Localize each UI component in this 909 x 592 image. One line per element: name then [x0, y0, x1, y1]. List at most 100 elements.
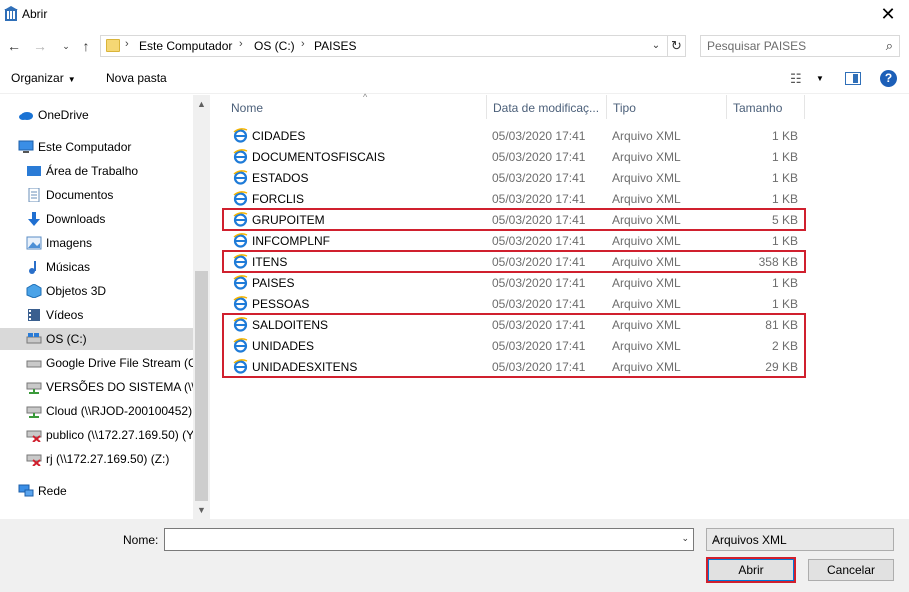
- sidebar-item-onedrive[interactable]: OneDrive: [0, 104, 193, 126]
- network-drive-icon: [26, 380, 42, 394]
- sidebar-item-google-drive[interactable]: Google Drive File Stream (G:: [0, 352, 193, 374]
- column-header-name[interactable]: Nome ^: [225, 92, 487, 119]
- chevron-right-icon: ›: [125, 38, 129, 50]
- sidebar-item-label: Área de Trabalho: [46, 164, 139, 178]
- file-type: Arquivo XML: [612, 234, 681, 248]
- sidebar-item-label: rj (\\172.27.169.50) (Z:): [46, 452, 170, 466]
- sidebar-item-label: Imagens: [46, 236, 93, 250]
- scrollbar-thumb[interactable]: [195, 271, 208, 501]
- file-date: 05/03/2020 17:41: [492, 234, 586, 248]
- help-icon[interactable]: ?: [880, 70, 897, 87]
- ie-xml-file-icon: [233, 170, 248, 185]
- search-box[interactable]: Pesquisar PAISES ⌕: [700, 35, 900, 57]
- view-options-icon[interactable]: ☷: [790, 71, 802, 87]
- sidebar-item-videos[interactable]: Vídeos: [0, 304, 193, 326]
- file-list: Nome ^ Data de modificaç... Tipo Tamanho…: [212, 92, 909, 519]
- sidebar-item-label: Cloud (\\RJOD-200100452) (: [46, 404, 193, 418]
- sidebar-item-label: Downloads: [46, 212, 106, 226]
- address-bar[interactable]: › Este Computador › OS (C:) › PAISES ⌄ ↻: [100, 35, 686, 57]
- preview-pane-icon[interactable]: [845, 72, 861, 85]
- file-name: FORCLIS: [252, 192, 305, 206]
- network-drive-disconnected-icon: [26, 452, 42, 466]
- sidebar-item-label: Rede: [38, 484, 67, 498]
- file-name: PESSOAS: [252, 297, 310, 311]
- chevron-down-icon[interactable]: ⌄: [681, 533, 689, 544]
- file-row[interactable]: PAISES 05/03/2020 17:41 Arquivo XML 1 KB: [226, 273, 806, 293]
- sidebar-item-computer[interactable]: Este Computador: [0, 136, 193, 158]
- breadcrumb-computer[interactable]: Este Computador: [139, 39, 232, 53]
- file-row[interactable]: INFCOMPLNF 05/03/2020 17:41 Arquivo XML 1 K…: [226, 231, 806, 251]
- sidebar-item-label: Documentos: [46, 188, 114, 202]
- command-toolbar: Organizar ▼ Nova pasta ☷ ▼ ?: [0, 62, 909, 94]
- file-row[interactable]: ESTADOS 05/03/2020 17:41 Arquivo XML 1 KB: [226, 168, 806, 188]
- scroll-down-icon[interactable]: ▼: [197, 505, 206, 515]
- ie-xml-file-icon: [233, 191, 248, 206]
- sidebar-item-network-cloud[interactable]: Cloud (\\RJOD-200100452) (: [0, 400, 193, 422]
- column-header-type[interactable]: Tipo: [607, 95, 727, 119]
- file-date: 05/03/2020 17:41: [492, 129, 586, 143]
- app-icon: [4, 6, 18, 22]
- column-header-date[interactable]: Data de modificaç...: [487, 95, 607, 119]
- forward-arrow-icon[interactable]: →: [32, 38, 48, 54]
- sidebar-item-network[interactable]: Rede: [0, 480, 193, 502]
- sidebar-item-documents[interactable]: Documentos: [0, 184, 193, 206]
- search-icon[interactable]: ⌕: [886, 38, 893, 54]
- file-date: 05/03/2020 17:41: [492, 297, 586, 311]
- sidebar-item-label: Google Drive File Stream (G:: [46, 356, 193, 370]
- ie-xml-file-icon: [233, 275, 248, 290]
- file-type: Arquivo XML: [612, 150, 681, 164]
- sidebar-item-drive-c[interactable]: OS (C:): [0, 328, 193, 350]
- breadcrumb-drive[interactable]: OS (C:): [254, 39, 295, 53]
- music-icon: [26, 260, 42, 274]
- sidebar-item-label: Este Computador: [38, 140, 132, 154]
- ie-xml-file-icon: [233, 296, 248, 311]
- videos-icon: [26, 308, 42, 322]
- cancel-button[interactable]: Cancelar: [808, 559, 894, 581]
- file-row[interactable]: CIDADES 05/03/2020 17:41 Arquivo XML 1 KB: [226, 126, 806, 146]
- file-size: 1 KB: [771, 297, 798, 311]
- file-row[interactable]: FORCLIS 05/03/2020 17:41 Arquivo XML 1 KB: [226, 189, 806, 209]
- address-dropdown-icon[interactable]: ⌄: [647, 38, 665, 54]
- sidebar-item-music[interactable]: Músicas: [0, 256, 193, 278]
- recent-chevron-down-icon[interactable]: ⌄: [58, 38, 74, 54]
- network-icon: [18, 484, 34, 498]
- filename-input[interactable]: ⌄: [164, 528, 694, 551]
- scroll-up-icon[interactable]: ▲: [197, 99, 206, 109]
- computer-icon: [18, 140, 34, 154]
- breadcrumb-folder[interactable]: PAISES: [314, 39, 356, 53]
- back-arrow-icon[interactable]: ←: [6, 38, 22, 54]
- cloud-icon: [18, 108, 34, 122]
- dialog-footer: Nome: ⌄ Arquivos XML ⌄ Abrir Cancelar: [0, 519, 909, 592]
- file-size: 1 KB: [771, 129, 798, 143]
- sidebar-item-network-rj[interactable]: rj (\\172.27.169.50) (Z:): [0, 448, 193, 470]
- open-button[interactable]: Abrir: [708, 559, 794, 581]
- sidebar-item-pictures[interactable]: Imagens: [0, 232, 193, 254]
- file-row[interactable]: DOCUMENTOSFISCAIS 05/03/2020 17:41 Arquivo…: [226, 147, 806, 167]
- close-icon[interactable]: ✕: [877, 3, 899, 25]
- network-drive-disconnected-icon: [26, 428, 42, 442]
- column-header-label: Tipo: [613, 101, 636, 115]
- sidebar-item-network-versoes[interactable]: VERSÕES DO SISTEMA (\\RJO: [0, 376, 193, 398]
- refresh-icon[interactable]: ↻: [667, 36, 685, 56]
- sidebar-item-3d-objects[interactable]: Objetos 3D: [0, 280, 193, 302]
- objects3d-icon: [26, 284, 42, 298]
- file-name: DOCUMENTOSFISCAIS: [252, 150, 386, 164]
- file-size: 1 KB: [771, 171, 798, 185]
- up-arrow-icon[interactable]: ↑: [78, 38, 94, 54]
- sidebar-item-desktop[interactable]: Área de Trabalho: [0, 160, 193, 182]
- chevron-right-icon: ›: [239, 38, 243, 50]
- caret-down-icon[interactable]: ▼: [816, 74, 824, 83]
- sidebar-item-downloads[interactable]: Downloads: [0, 208, 193, 230]
- sidebar-item-network-publico[interactable]: publico (\\172.27.169.50) (Y:: [0, 424, 193, 446]
- column-header-size[interactable]: Tamanho: [727, 95, 805, 119]
- column-header-label: Nome: [231, 101, 264, 115]
- file-type-select[interactable]: Arquivos XML ⌄: [706, 528, 894, 551]
- column-header-label: Tamanho: [733, 101, 783, 115]
- file-row[interactable]: PESSOAS 05/03/2020 17:41 Arquivo XML 1 KB: [226, 294, 806, 314]
- window-title: Abrir: [22, 7, 48, 21]
- file-size: 1 KB: [771, 234, 798, 248]
- file-date: 05/03/2020 17:41: [492, 150, 586, 164]
- organize-button[interactable]: Organizar ▼: [11, 71, 76, 85]
- new-folder-button[interactable]: Nova pasta: [106, 71, 167, 85]
- sidebar-scrollbar[interactable]: ▲ ▼: [193, 95, 210, 519]
